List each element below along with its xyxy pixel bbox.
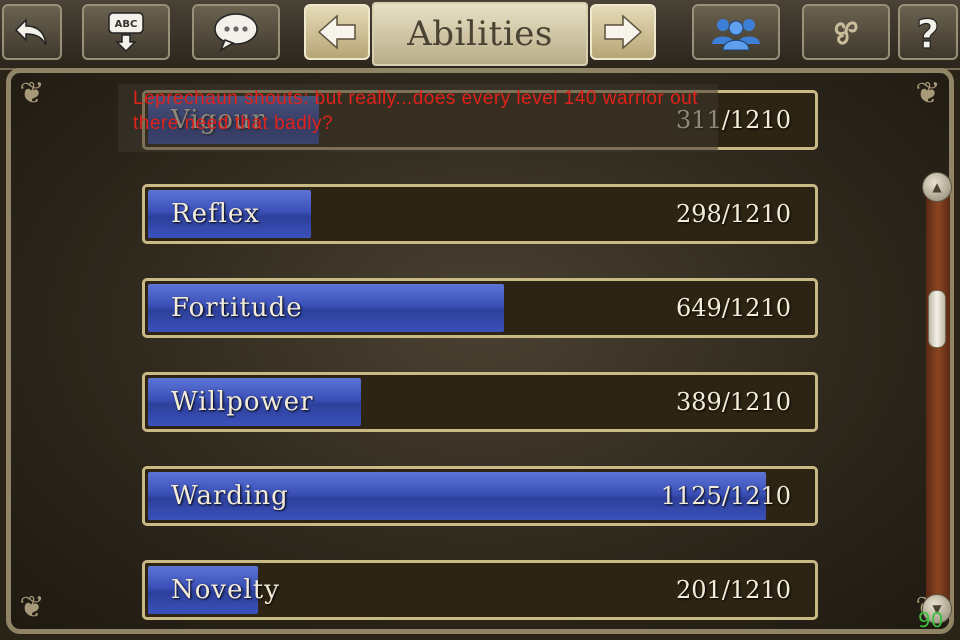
- next-page-button[interactable]: [590, 4, 656, 60]
- stat-value: 649/1210: [676, 294, 791, 322]
- corner-ornament-icon: ❦: [19, 76, 45, 111]
- people-group-icon: [712, 19, 760, 51]
- scroll-up-button[interactable]: ▲: [922, 172, 952, 202]
- group-button[interactable]: [692, 4, 780, 60]
- stat-name: Warding: [171, 481, 289, 511]
- svg-text:ABC: ABC: [115, 19, 138, 30]
- title-plate: Abilities: [372, 2, 588, 66]
- stat-name: Reflex: [171, 199, 260, 229]
- text-download-button[interactable]: ABC: [82, 4, 170, 60]
- stat-value: 1125/1210: [660, 482, 791, 510]
- help-button[interactable]: ?: [898, 4, 958, 60]
- back-button[interactable]: [2, 4, 62, 60]
- fps-counter: 90: [918, 608, 944, 632]
- stat-name: Novelty: [171, 575, 280, 605]
- triskele-icon: [834, 21, 858, 45]
- stat-value: 298/1210: [676, 200, 791, 228]
- stat-row-willpower[interactable]: Willpower 389/1210: [142, 372, 818, 432]
- arrow-left-icon: [317, 14, 356, 50]
- question-mark-icon: ?: [916, 11, 940, 54]
- svg-text:?: ?: [916, 12, 939, 54]
- arrow-right-icon: [604, 14, 643, 50]
- scrollbar-track[interactable]: [926, 186, 950, 610]
- stat-row-warding[interactable]: Warding 1125/1210: [142, 466, 818, 526]
- stat-value: 389/1210: [676, 388, 791, 416]
- stat-row-fortitude[interactable]: Fortitude 649/1210: [142, 278, 818, 338]
- speech-bubble-icon: [214, 13, 258, 52]
- stat-name: Willpower: [171, 387, 314, 417]
- chevron-up-icon: ▲: [932, 180, 942, 194]
- abc-download-icon: ABC: [108, 12, 144, 53]
- scrollbar-thumb[interactable]: [928, 290, 946, 348]
- stat-name: Fortitude: [171, 293, 303, 323]
- previous-page-button[interactable]: [304, 4, 370, 60]
- corner-ornament-icon: ❦: [19, 590, 45, 625]
- undo-arrow-icon: [14, 18, 47, 46]
- abilities-panel: ❦ ❦ ❦ ❦: [6, 68, 954, 634]
- chat-message: Leprechaun shouts: but really...does eve…: [133, 88, 699, 134]
- page-title: Abilities: [407, 14, 553, 54]
- stat-value: 201/1210: [676, 576, 791, 604]
- chat-button[interactable]: [192, 4, 280, 60]
- corner-ornament-icon: ❦: [915, 76, 941, 111]
- top-toolbar: ABC Abilities ?: [0, 0, 960, 70]
- stat-row-reflex[interactable]: Reflex 298/1210: [142, 184, 818, 244]
- skills-button[interactable]: [802, 4, 890, 60]
- stat-row-novelty[interactable]: Novelty 201/1210: [142, 560, 818, 620]
